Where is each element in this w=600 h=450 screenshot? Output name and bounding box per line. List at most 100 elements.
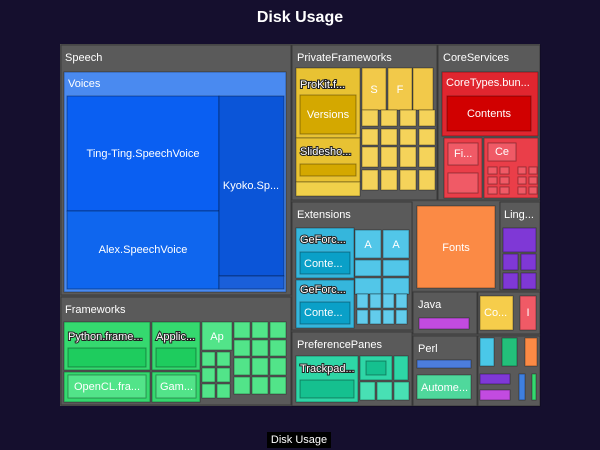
leaf-ext-tile <box>354 277 382 295</box>
leaf-pf-tile <box>380 109 398 127</box>
leaf-misc-7 <box>531 373 537 401</box>
leaf-ext-tile-small <box>356 309 369 325</box>
leaf-pf-3 <box>412 67 434 111</box>
leaf-label-co: Co... <box>484 307 507 319</box>
node-label-python: Python.frame... <box>68 331 143 343</box>
leaf-ext-tile <box>382 259 410 277</box>
leaf-pf-tile-lower <box>380 146 398 168</box>
node-label-trackpad: Trackpad... <box>300 363 355 375</box>
group-label-perl: Perl <box>418 343 438 355</box>
leaf-pp-tile <box>359 381 376 401</box>
leaf-fw-tile <box>251 321 269 339</box>
leaf-ext-tile <box>354 259 382 277</box>
leaf-java-1 <box>418 317 470 330</box>
group-label-frameworks: Frameworks <box>65 304 126 316</box>
leaf-fw-tile <box>251 339 269 357</box>
leaf-ext-tile-small <box>382 293 395 309</box>
leaf-misc-4 <box>479 373 511 385</box>
leaf-ce-tile-2 <box>517 166 527 175</box>
leaf-label-ting-ting: Ting-Ting.SpeechVoice <box>87 148 200 160</box>
footer-label: Disk Usage <box>267 432 331 448</box>
group-label-preference-panes: PreferencePanes <box>297 339 382 351</box>
leaf-fw-tile-3 <box>233 376 251 395</box>
leaf-pf-tile-lower <box>399 169 417 191</box>
leaf-label-kyoko: Kyoko.Sp... <box>223 180 279 192</box>
leaf-ce-tile <box>487 166 498 175</box>
leaf-lingua-tile <box>520 253 537 271</box>
leaf-ce-tile <box>487 186 498 195</box>
leaf-fi-inner-2 <box>447 172 479 194</box>
leaf-pf-tile <box>399 109 417 127</box>
leaf-applescript-inner <box>155 347 197 368</box>
leaf-pf-tile-lower <box>399 146 417 168</box>
leaf-ext-tile-small <box>395 309 408 325</box>
leaf-fw-tile-2 <box>216 367 231 383</box>
leaf-pf-tile-lower <box>418 146 436 168</box>
node-label-prokit: ProKit.f... <box>300 79 345 91</box>
leaf-label-contents: Contents <box>467 108 512 120</box>
leaf-trackpad-inner <box>299 379 355 399</box>
leaf-fw-tile <box>269 321 287 339</box>
leaf-ext-tile <box>382 277 410 295</box>
leaf-fw-tile-3 <box>233 357 251 376</box>
leaf-pf-tile <box>380 128 398 146</box>
leaf-ce-tile-2 <box>517 186 527 195</box>
group-label-voices: Voices <box>68 78 101 90</box>
leaf-ext-tile-small <box>382 309 395 325</box>
leaf-pp-2 <box>393 355 409 381</box>
leaf-fw-tile-3 <box>269 357 287 376</box>
group-label-speech: Speech <box>65 52 102 64</box>
leaf-pf-tile <box>399 128 417 146</box>
leaf-label-f: F <box>397 84 404 96</box>
leaf-python-inner <box>67 347 147 368</box>
leaf-fw-tile-2 <box>201 383 216 399</box>
leaf-ce-tile-2 <box>517 176 527 185</box>
leaf-label-fi: Fi... <box>454 148 472 160</box>
node-label-geforce-b: GeForc... <box>300 284 346 296</box>
leaf-pf-tile <box>361 128 379 146</box>
leaf-pp-tile <box>393 381 410 401</box>
leaf-ce-tile <box>499 176 510 185</box>
leaf-voices-small <box>218 275 285 290</box>
leaf-label-opencl: OpenCL.fra... <box>74 381 140 393</box>
leaf-lingua-tile <box>502 253 519 271</box>
leaf-misc-2 <box>501 337 518 367</box>
leaf-label-fonts: Fonts <box>442 242 470 254</box>
group-label-private-frameworks: PrivateFrameworks <box>297 52 392 64</box>
leaf-fw-tile <box>233 321 251 339</box>
node-label-slideshow: Slideshо... <box>300 146 351 158</box>
leaf-label-gamekit: Gam... <box>160 381 193 393</box>
leaf-pp-1-inner <box>365 360 387 376</box>
node-label-applescript: Applic... <box>156 331 195 343</box>
leaf-misc-5 <box>479 389 511 401</box>
leaf-label-geforce-b-contents: Conte... <box>304 307 343 319</box>
leaf-fw-tile <box>269 339 287 357</box>
group-label-extensions: Extensions <box>297 209 351 221</box>
leaf-label-i: I <box>526 307 529 319</box>
leaf-lingua-tile <box>502 272 519 290</box>
leaf-fw-tile-2 <box>216 383 231 399</box>
node-label-geforce-a: GeForc... <box>300 234 346 246</box>
leaf-label-a2: A <box>392 239 400 251</box>
leaf-slideshow-inner <box>299 163 357 177</box>
leaf-fw-tile-2 <box>201 367 216 383</box>
leaf-pp-tile <box>376 381 393 401</box>
leaf-pf-tile-lower <box>361 169 379 191</box>
leaf-label-ap: Ap <box>210 331 223 343</box>
leaf-misc-3 <box>524 337 538 367</box>
leaf-label-automator: Autome... <box>421 382 468 394</box>
leaf-ext-tile-small <box>369 293 382 309</box>
leaf-pf-tile-lower <box>418 169 436 191</box>
leaf-pf-tile <box>361 109 379 127</box>
leaf-ce-tile-2 <box>528 166 538 175</box>
leaf-pf-tile <box>418 128 436 146</box>
leaf-pf-tile-lower <box>361 146 379 168</box>
leaf-fw-tile-3 <box>251 357 269 376</box>
treemap-chart: Speech Voices Ting-Ting.SpeechVoice Alex.Sp… <box>60 44 541 407</box>
leaf-pf-bottom <box>295 181 361 197</box>
group-label-java: Java <box>418 299 442 311</box>
leaf-ext-tile-small <box>356 293 369 309</box>
leaf-fw-tile <box>233 339 251 357</box>
leaf-misc-6 <box>518 373 526 401</box>
leaf-label-alex: Alex.SpeechVoice <box>99 244 188 256</box>
